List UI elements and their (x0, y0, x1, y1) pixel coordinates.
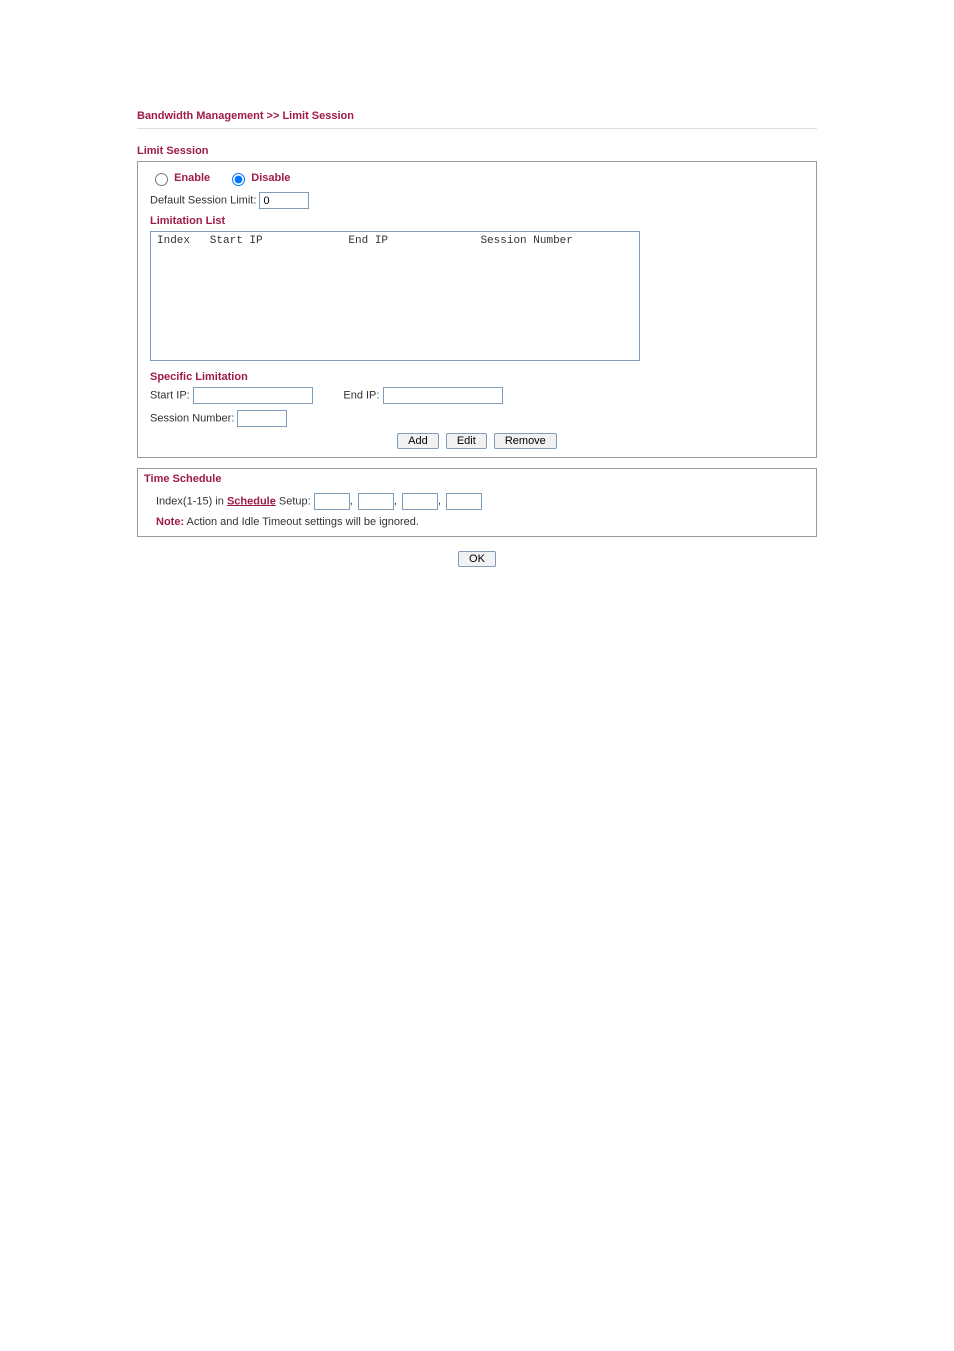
schedule-link[interactable]: Schedule (227, 495, 276, 507)
limit-session-panel: Enable Disable Default Session Limit: Li… (137, 161, 817, 458)
end-ip-label: End IP: (343, 390, 379, 402)
session-number-input[interactable] (237, 410, 287, 427)
start-ip-label: Start IP: (150, 390, 190, 402)
disable-radio[interactable] (232, 173, 245, 186)
disable-radio-label[interactable]: Disable (227, 172, 290, 184)
schedule-suffix: Setup: (276, 495, 311, 507)
ok-button[interactable]: OK (458, 551, 496, 567)
disable-label-text: Disable (251, 172, 290, 184)
time-schedule-title: Time Schedule (138, 469, 816, 489)
separator: , (394, 495, 397, 507)
schedule-index-1[interactable] (314, 493, 350, 510)
session-number-label: Session Number: (150, 413, 234, 425)
start-ip-input[interactable] (193, 387, 313, 404)
enable-label-text: Enable (174, 172, 210, 184)
schedule-index-4[interactable] (446, 493, 482, 510)
note-text: Action and Idle Timeout settings will be… (184, 516, 419, 528)
time-schedule-panel: Time Schedule Index(1-15) in Schedule Se… (137, 468, 817, 537)
add-button[interactable]: Add (397, 433, 439, 449)
separator: , (350, 495, 353, 507)
schedule-index-2[interactable] (358, 493, 394, 510)
note-label: Note: (156, 516, 184, 528)
limitation-list-box[interactable]: Index Start IP End IP Session Number (150, 231, 640, 361)
separator: , (438, 495, 441, 507)
limitation-list-title: Limitation List (150, 215, 804, 227)
schedule-index-3[interactable] (402, 493, 438, 510)
schedule-prefix: Index(1-15) in (156, 495, 227, 507)
end-ip-input[interactable] (383, 387, 503, 404)
edit-button[interactable]: Edit (446, 433, 487, 449)
specific-limitation-title: Specific Limitation (150, 371, 804, 383)
default-limit-label: Default Session Limit: (150, 195, 256, 207)
default-limit-input[interactable] (259, 192, 309, 209)
enable-radio[interactable] (155, 173, 168, 186)
remove-button[interactable]: Remove (494, 433, 557, 449)
section-title: Limit Session (137, 145, 817, 157)
breadcrumb: Bandwidth Management >> Limit Session (137, 110, 817, 129)
enable-radio-label[interactable]: Enable (150, 172, 213, 184)
